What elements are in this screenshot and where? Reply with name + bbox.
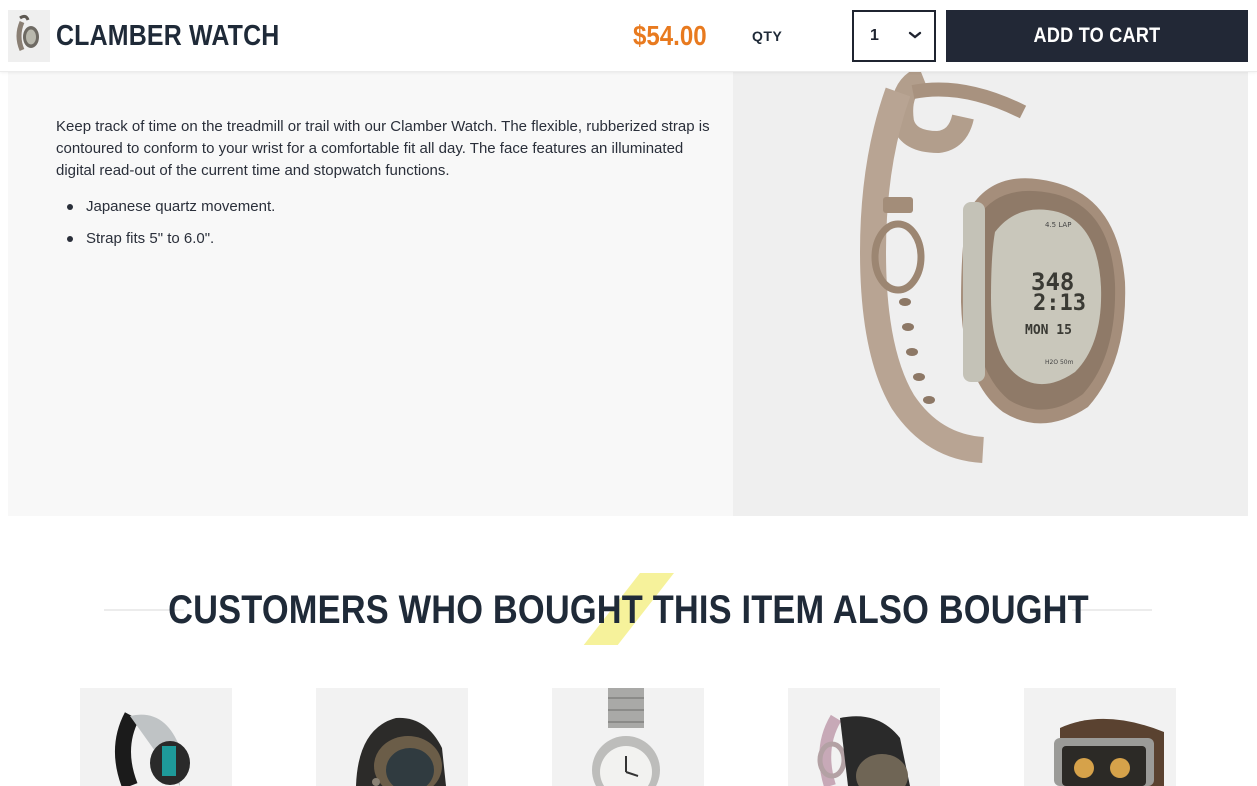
- description-panel: Keep track of time on the treadmill or t…: [8, 72, 733, 516]
- chevron-down-icon: [908, 31, 922, 39]
- related-product-5[interactable]: [1024, 688, 1176, 786]
- product-price: $54.00: [633, 20, 707, 51]
- bullet-icon: [67, 204, 73, 210]
- related-product-2[interactable]: [316, 688, 468, 786]
- related-heading: CUSTOMERS WHO BOUGHT THIS ITEM ALSO BOUG…: [168, 588, 1089, 632]
- qty-value: 1: [870, 27, 879, 44]
- feature-item: Japanese quartz movement.: [56, 196, 275, 218]
- product-header-bar: CLAMBER WATCH $54.00 QTY 1 ADD TO CART: [0, 0, 1257, 72]
- svg-text:MON 15: MON 15: [1025, 323, 1072, 338]
- bullet-icon: [67, 236, 73, 242]
- add-to-cart-label: ADD TO CART: [1033, 24, 1161, 47]
- svg-text:H2O 50m: H2O 50m: [1045, 359, 1074, 366]
- related-product-3[interactable]: [552, 688, 704, 786]
- qty-select[interactable]: 1: [852, 10, 936, 62]
- qty-label: QTY: [752, 28, 783, 44]
- feature-text: Strap fits 5" to 6.0".: [86, 230, 215, 247]
- svg-text:4.5 LAP: 4.5 LAP: [1045, 221, 1071, 229]
- product-thumbnail: [8, 10, 50, 62]
- related-product-4[interactable]: [788, 688, 940, 786]
- product-title: CLAMBER WATCH: [56, 20, 280, 52]
- svg-text:2:13: 2:13: [1033, 291, 1086, 316]
- product-description: Keep track of time on the treadmill or t…: [56, 118, 710, 179]
- add-to-cart-button[interactable]: ADD TO CART: [946, 10, 1248, 62]
- related-product-1[interactable]: [80, 688, 232, 786]
- related-section-heading: CUSTOMERS WHO BOUGHT THIS ITEM ALSO BOUG…: [0, 573, 1257, 645]
- feature-text: Japanese quartz movement.: [86, 198, 276, 215]
- product-image: 4.5 LAP 348 2:13 MON 15 H2O 50m: [733, 72, 1248, 516]
- feature-item: Strap fits 5" to 6.0".: [56, 228, 275, 250]
- feature-list: Japanese quartz movement. Strap fits 5" …: [56, 196, 275, 260]
